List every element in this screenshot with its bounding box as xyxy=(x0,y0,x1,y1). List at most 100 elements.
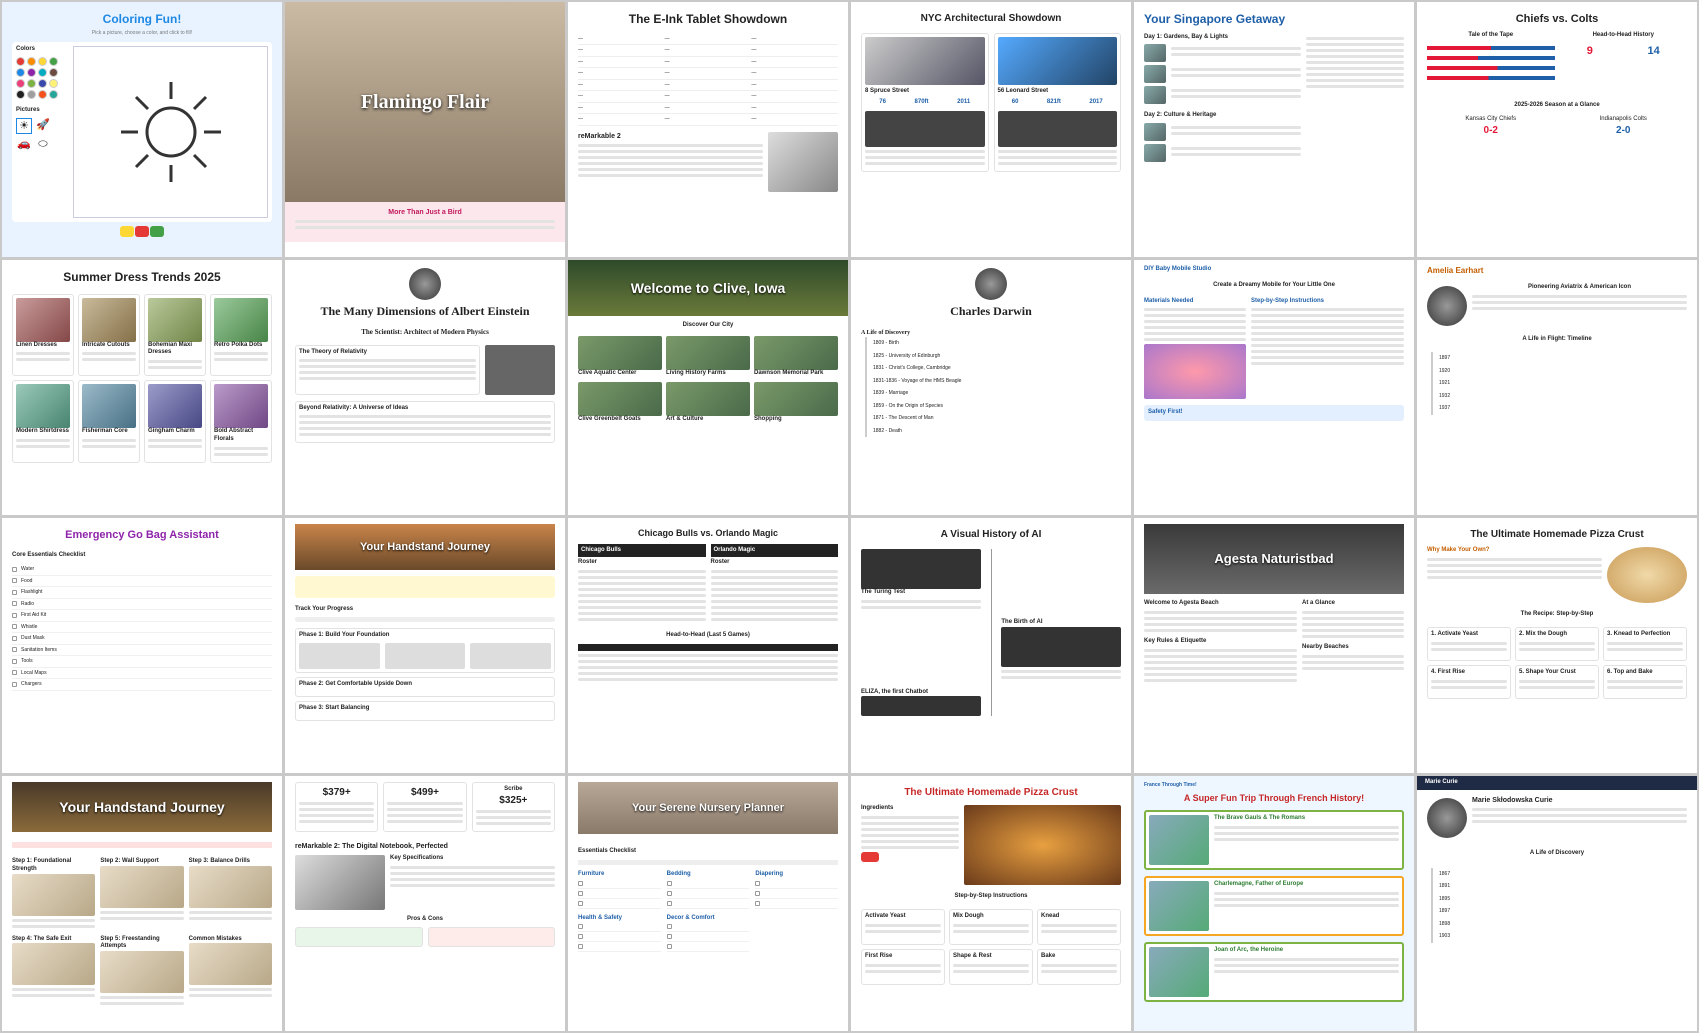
team-header: Chicago Bulls xyxy=(578,543,706,558)
color-swatch[interactable] xyxy=(16,56,25,66)
checkbox[interactable] xyxy=(12,566,17,572)
dress-label: Bold Abstract Florals xyxy=(214,428,254,442)
attraction-card[interactable]: Clive Greenbelt Goats xyxy=(578,381,662,424)
color-swatch[interactable] xyxy=(16,89,25,99)
attraction-card[interactable]: Art & Culture xyxy=(666,381,750,424)
sun-thumb-icon[interactable]: ☀ xyxy=(16,117,32,134)
color-swatch[interactable] xyxy=(49,89,58,99)
button-clear[interactable] xyxy=(135,226,149,237)
car-thumb-icon[interactable]: 🚗 xyxy=(16,137,32,153)
checklist-item[interactable]: First Aid Kit xyxy=(12,610,272,622)
checklist-item[interactable]: Flashlight xyxy=(12,587,272,599)
coloring-canvas[interactable] xyxy=(73,46,268,219)
reset-button[interactable] xyxy=(861,851,879,863)
color-palette[interactable] xyxy=(16,56,68,99)
color-swatch[interactable] xyxy=(38,56,47,66)
category-checklist[interactable] xyxy=(578,922,661,953)
attraction-card[interactable]: Dawnson Memorial Park xyxy=(754,335,838,378)
checklist-item[interactable]: Dust Mask xyxy=(12,633,272,645)
checklist-item[interactable]: Local Maps xyxy=(12,668,272,680)
attraction-card[interactable]: Living History Farms xyxy=(666,335,750,378)
comparison-table: — — — — — — — — — — — — — — — — — — — — — — — — xyxy=(578,34,838,126)
color-swatch[interactable] xyxy=(38,89,47,99)
category-checklist[interactable] xyxy=(578,879,661,909)
step-desc xyxy=(1041,923,1117,933)
color-swatch[interactable] xyxy=(49,67,58,77)
tile-title: Flamingo Flair xyxy=(360,91,490,113)
tile-sub: More Than Just a Bird xyxy=(388,209,462,216)
dress-image xyxy=(16,297,70,342)
darwin-avatar xyxy=(975,268,1007,300)
checkbox[interactable] xyxy=(12,681,17,687)
step-card: Shape & Rest xyxy=(949,948,1033,985)
checkbox[interactable] xyxy=(12,601,17,607)
history-text: Charlemagne, Father of Europe xyxy=(1214,881,1399,931)
stat: 821ft xyxy=(1046,98,1061,105)
checkbox[interactable] xyxy=(12,658,17,664)
checkbox[interactable] xyxy=(12,647,17,653)
color-swatch[interactable] xyxy=(38,78,47,88)
phase-title[interactable]: Phase 2: Get Comfortable Upside Down xyxy=(299,681,551,689)
color-swatch[interactable] xyxy=(38,67,47,77)
checkbox[interactable] xyxy=(12,578,17,584)
architect-image xyxy=(997,110,1117,147)
button-undo[interactable] xyxy=(120,226,134,237)
phase-title[interactable]: Phase 1: Build Your Foundation xyxy=(299,632,551,640)
dress-image xyxy=(148,384,202,429)
attraction-label: Clive Aquatic Center xyxy=(578,369,637,376)
checkbox[interactable] xyxy=(12,635,17,641)
color-swatch[interactable] xyxy=(27,67,36,77)
checkbox[interactable] xyxy=(12,589,17,595)
tile-title: Coloring Fun! xyxy=(102,12,182,26)
checkbox[interactable] xyxy=(12,612,17,618)
checklist-item[interactable]: Chargers xyxy=(12,679,272,691)
button-save[interactable] xyxy=(150,226,164,237)
category-checklist[interactable] xyxy=(666,922,750,953)
day-title: Day 1: Gardens, Bay & Lights xyxy=(1144,33,1229,40)
color-swatch[interactable] xyxy=(16,78,25,88)
checklist-item[interactable]: Food xyxy=(12,576,272,588)
attraction-card[interactable]: Clive Aquatic Center xyxy=(578,335,662,378)
color-swatch[interactable] xyxy=(27,56,36,66)
color-swatch[interactable] xyxy=(16,67,25,77)
step-image xyxy=(188,865,272,908)
color-swatch[interactable] xyxy=(27,89,36,99)
color-swatch[interactable] xyxy=(49,56,58,66)
event-title: The Turing Test xyxy=(861,589,906,595)
checklist-item[interactable]: Radio xyxy=(12,599,272,611)
phase-title[interactable]: Phase 3: Start Balancing xyxy=(299,705,551,713)
category-checklist[interactable] xyxy=(666,879,750,909)
color-swatch[interactable] xyxy=(27,78,36,88)
step-desc xyxy=(865,923,941,933)
tile-title: The Many Dimensions of Albert Einstein xyxy=(320,304,530,318)
category-checklist[interactable] xyxy=(755,879,838,909)
checkbox[interactable] xyxy=(12,624,17,630)
checkbox[interactable] xyxy=(12,670,17,676)
attraction-card[interactable]: Shopping xyxy=(754,381,838,424)
step-label: 5. Shape Your Crust xyxy=(1519,668,1576,675)
nav-brand[interactable]: France Through Time! xyxy=(1144,782,1404,789)
dress-card: Bold Abstract Florals xyxy=(210,380,272,463)
checklist-item[interactable]: Tools xyxy=(12,656,272,668)
dress-desc xyxy=(148,438,202,448)
hero-image: Your Handstand Journey xyxy=(295,524,555,570)
color-swatch[interactable] xyxy=(49,78,58,88)
checklist-item[interactable]: Water xyxy=(12,564,272,576)
shape-thumb-icon[interactable]: ⬭ xyxy=(35,137,51,153)
section-title: Essentials Checklist xyxy=(578,848,637,854)
checklist-item[interactable]: Sanitation Items xyxy=(12,645,272,657)
step-desc xyxy=(100,996,184,1006)
price: $379+ xyxy=(322,787,351,798)
step-desc xyxy=(100,910,184,920)
checklist-item[interactable]: Whistle xyxy=(12,622,272,634)
checklist[interactable]: Water Food Flashlight Radio First Aid Kit Whi… xyxy=(12,564,272,691)
nav-brand[interactable]: Marie Curie xyxy=(1425,779,1458,787)
attraction-label: Clive Greenbelt Goats xyxy=(578,415,641,422)
rocket-thumb-icon[interactable]: 🚀 xyxy=(35,118,51,134)
tile-mobile: DIY Baby Mobile Studio Create a Dreamy M… xyxy=(1134,260,1414,515)
history-image xyxy=(1149,815,1209,866)
timeline-item: 1921 xyxy=(1431,377,1687,390)
tile-title: NYC Architectural Showdown xyxy=(920,13,1062,24)
tile-gobag: Emergency Go Bag Assistant Core Essentia… xyxy=(2,518,282,773)
team-name: Kansas City Chiefs xyxy=(1465,115,1517,122)
